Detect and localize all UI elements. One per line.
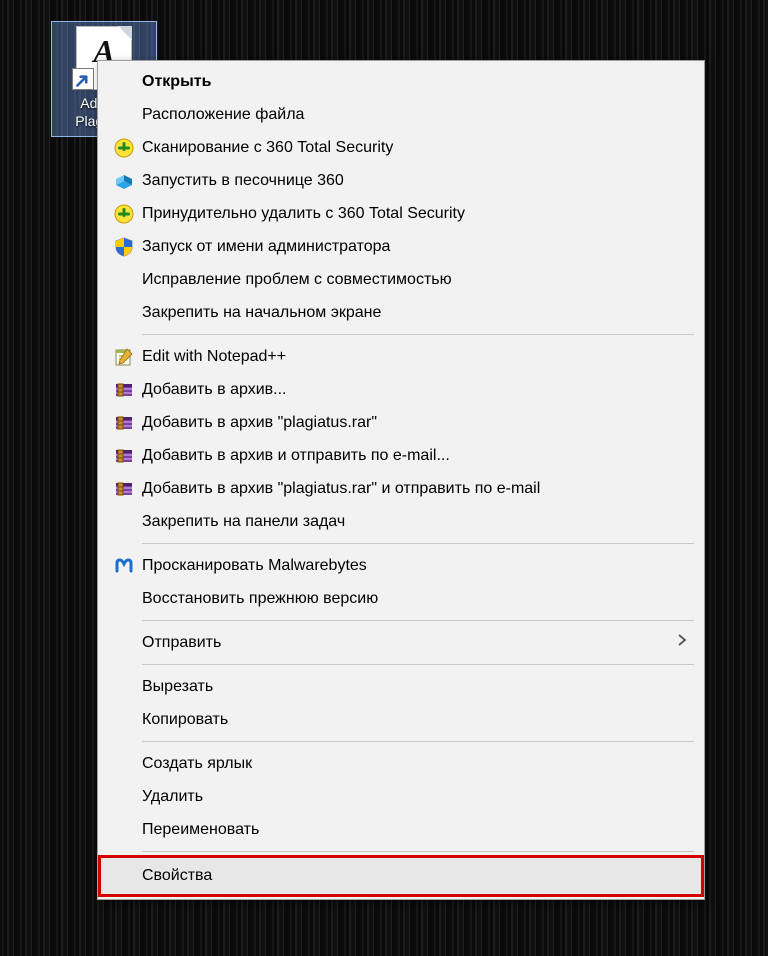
menu-item-label: Закрепить на панели задач — [142, 513, 688, 531]
menu-item-label: Отправить — [142, 634, 676, 652]
winrar-icon-slot — [106, 379, 142, 401]
notepadpp-icon — [113, 346, 135, 368]
menu-item-properties[interactable]: Свойства — [100, 857, 702, 895]
menu-separator — [142, 334, 694, 335]
menu-separator — [142, 620, 694, 621]
winrar-icon — [113, 379, 135, 401]
menu-item-pin-start[interactable]: Закрепить на начальном экране — [100, 296, 702, 329]
menu-item-label: Создать ярлык — [142, 755, 688, 773]
menu-item-compat-fix[interactable]: Исправление проблем с совместимостью — [100, 263, 702, 296]
menu-item-label: Открыть — [142, 73, 688, 91]
submenu-arrow — [676, 632, 688, 653]
menu-item-label: Запустить в песочнице 360 — [142, 172, 688, 190]
menu-separator — [142, 543, 694, 544]
menu-item-rar-add-named-email[interactable]: Добавить в архив "plagiatus.rar" и отпра… — [100, 472, 702, 505]
menu-item-label: Добавить в архив и отправить по e-mail..… — [142, 447, 688, 465]
menu-separator — [142, 851, 694, 852]
winrar-icon — [113, 412, 135, 434]
menu-item-label: Просканировать Malwarebytes — [142, 557, 688, 575]
menu-item-file-location[interactable]: Расположение файла — [100, 98, 702, 131]
menu-item-label: Добавить в архив... — [142, 381, 688, 399]
winrar-icon-slot — [106, 412, 142, 434]
desktop-background: A Advego Plagiatus ОткрытьРасположение ф… — [0, 0, 768, 956]
menu-item-label: Добавить в архив "plagiatus.rar" — [142, 414, 688, 432]
menu-item-label: Edit with Notepad++ — [142, 348, 688, 366]
menu-item-edit-npp[interactable]: Edit with Notepad++ — [100, 340, 702, 373]
menu-item-restore-prev[interactable]: Восстановить прежнюю версию — [100, 582, 702, 615]
menu-item-delete[interactable]: Удалить — [100, 780, 702, 813]
winrar-icon — [113, 445, 135, 467]
menu-item-label: Запуск от имени администратора — [142, 238, 688, 256]
menu-item-send-to[interactable]: Отправить — [100, 626, 702, 659]
menu-item-sandbox-360[interactable]: Запустить в песочнице 360 — [100, 164, 702, 197]
menu-item-rar-add-named[interactable]: Добавить в архив "plagiatus.rar" — [100, 406, 702, 439]
malwarebytes-icon — [113, 555, 135, 577]
menu-item-force-delete-360[interactable]: Принудительно удалить с 360 Total Securi… — [100, 197, 702, 230]
menu-item-scan-360[interactable]: Сканирование с 360 Total Security — [100, 131, 702, 164]
winrar-icon-slot — [106, 445, 142, 467]
menu-item-label: Переименовать — [142, 821, 688, 839]
winrar-icon-slot — [106, 478, 142, 500]
menu-item-label: Принудительно удалить с 360 Total Securi… — [142, 205, 688, 223]
scan-360-icon — [113, 203, 135, 225]
menu-item-label: Удалить — [142, 788, 688, 806]
malwarebytes-icon-slot — [106, 555, 142, 577]
scan360-icon-slot — [106, 203, 142, 225]
context-menu: Открыть Расположение файла Сканирование с… — [97, 60, 705, 900]
sandbox-icon-slot — [106, 170, 142, 192]
menu-item-run-as-admin[interactable]: Запуск от имени администратора — [100, 230, 702, 263]
uac-shield-icon — [113, 236, 135, 258]
menu-item-label: Вырезать — [142, 678, 688, 696]
submenu-arrow-icon — [676, 632, 688, 648]
menu-item-rar-add[interactable]: Добавить в архив... — [100, 373, 702, 406]
menu-separator — [142, 664, 694, 665]
menu-item-open[interactable]: Открыть — [100, 65, 702, 98]
menu-item-label: Копировать — [142, 711, 688, 729]
menu-item-label: Исправление проблем с совместимостью — [142, 271, 688, 289]
shield-icon-slot — [106, 236, 142, 258]
menu-separator — [142, 741, 694, 742]
menu-item-label: Расположение файла — [142, 106, 688, 124]
menu-item-rar-add-email[interactable]: Добавить в архив и отправить по e-mail..… — [100, 439, 702, 472]
menu-item-label: Сканирование с 360 Total Security — [142, 139, 688, 157]
winrar-icon — [113, 478, 135, 500]
menu-item-label: Закрепить на начальном экране — [142, 304, 688, 322]
menu-item-copy[interactable]: Копировать — [100, 703, 702, 736]
menu-item-scan-mwb[interactable]: Просканировать Malwarebytes — [100, 549, 702, 582]
scan-360-icon — [113, 137, 135, 159]
sandbox-icon — [113, 170, 135, 192]
menu-item-label: Добавить в архив "plagiatus.rar" и отпра… — [142, 480, 688, 498]
menu-item-label: Восстановить прежнюю версию — [142, 590, 688, 608]
menu-item-cut[interactable]: Вырезать — [100, 670, 702, 703]
notepadpp-icon-slot — [106, 346, 142, 368]
shortcut-arrow-overlay-icon — [72, 68, 94, 90]
menu-item-create-shortcut[interactable]: Создать ярлык — [100, 747, 702, 780]
scan360-icon-slot — [106, 137, 142, 159]
menu-item-label: Свойства — [142, 867, 688, 885]
menu-item-rename[interactable]: Переименовать — [100, 813, 702, 846]
menu-item-pin-taskbar[interactable]: Закрепить на панели задач — [100, 505, 702, 538]
shortcut-glyph: A — [76, 42, 132, 60]
